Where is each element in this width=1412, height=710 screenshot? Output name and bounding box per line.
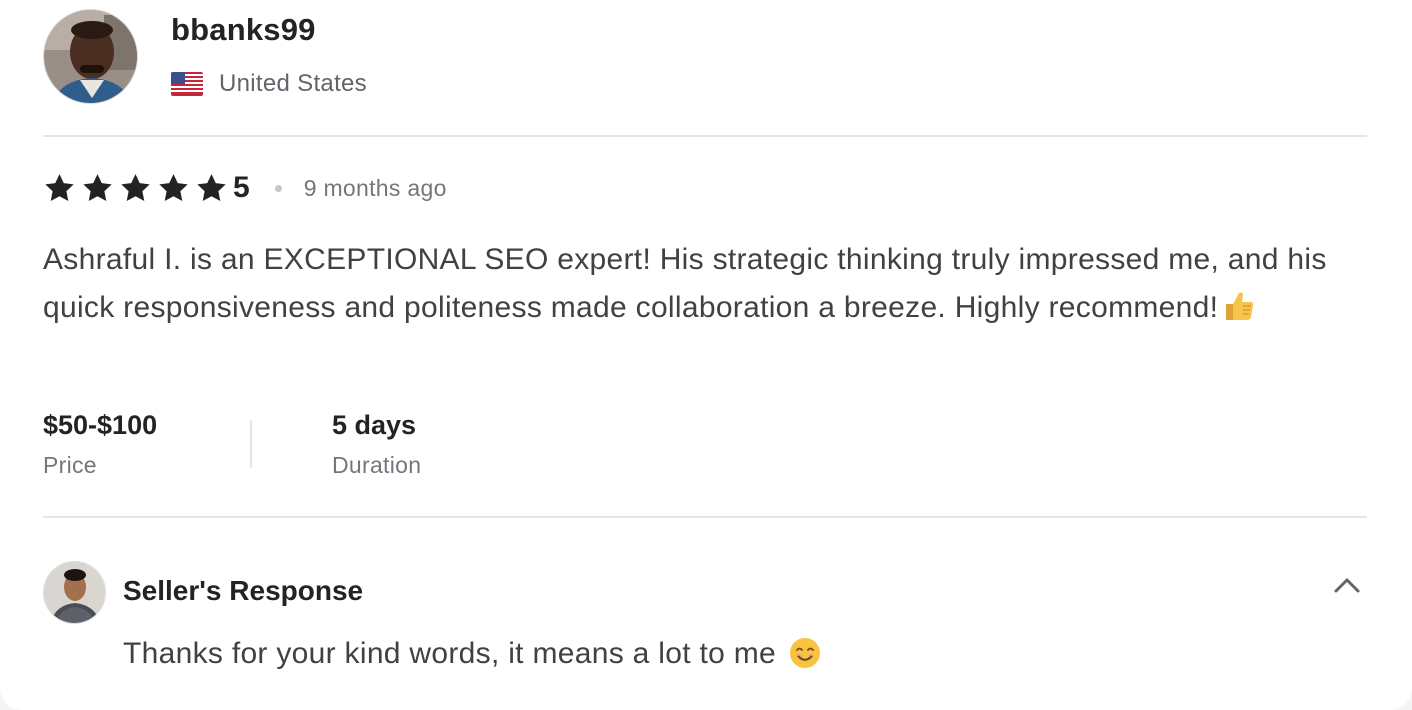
seller-avatar [43, 561, 106, 624]
price-label: Price [43, 452, 97, 478]
us-flag-icon [171, 72, 203, 96]
star-icon [121, 173, 150, 201]
price-value: $50-$100 [43, 410, 158, 440]
star-icon [197, 173, 226, 201]
reviewer-photo [44, 10, 137, 103]
reviewer-username[interactable]: bbanks99 [171, 12, 316, 48]
reviewer-avatar[interactable] [43, 9, 138, 104]
collapse-response-button[interactable] [1326, 567, 1368, 603]
review-text: Ashraful I. is an EXCEPTIONAL SEO expert… [43, 243, 1327, 324]
seller-response-body: Thanks for your kind words, it means a l… [123, 637, 821, 677]
seller-response-text: Thanks for your kind words, it means a l… [123, 637, 776, 670]
smiling-face-icon [789, 637, 821, 677]
rating-score: 5 [233, 171, 250, 204]
thumbs-up-icon [1222, 289, 1256, 338]
header-divider [43, 135, 1367, 137]
seller-response-title: Seller's Response [123, 575, 364, 606]
reviewer-location: United States [171, 70, 367, 98]
duration-label: Duration [332, 452, 422, 478]
separator-dot [274, 184, 282, 192]
duration-value: 5 days [332, 410, 417, 440]
seller-photo [44, 562, 105, 623]
review-card: bbanks99 United States 5 9 months ago As… [0, 0, 1412, 710]
reviewer-country: United States [219, 70, 367, 97]
star-icon [45, 173, 74, 201]
star-icon [83, 173, 112, 201]
rating-row: 5 9 months ago [43, 170, 447, 206]
chevron-up-icon [1334, 578, 1360, 593]
star-icon [159, 173, 188, 201]
star-rating [43, 172, 228, 205]
stats-separator [250, 420, 252, 468]
review-body: Ashraful I. is an EXCEPTIONAL SEO expert… [43, 236, 1373, 338]
response-divider [43, 516, 1367, 518]
review-time: 9 months ago [303, 174, 447, 201]
